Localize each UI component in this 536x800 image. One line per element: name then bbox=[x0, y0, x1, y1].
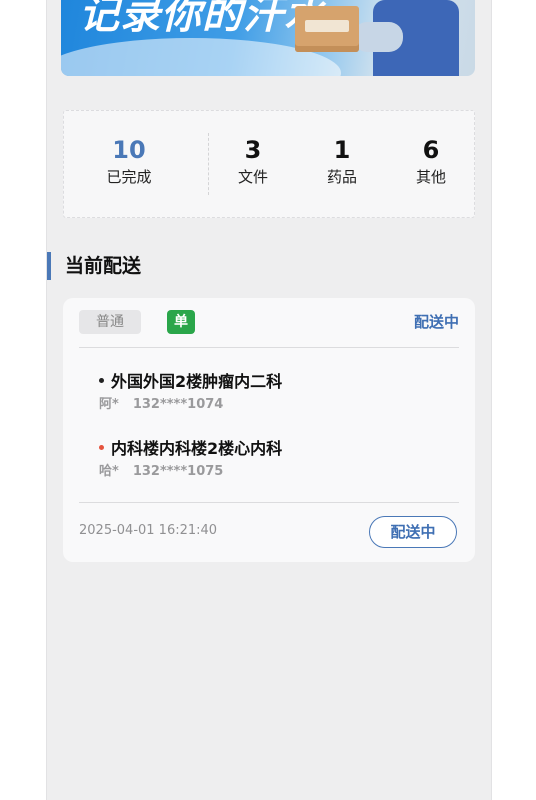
order-status-text: 配送中 bbox=[413, 313, 459, 331]
order-type-tag-single: 单 bbox=[167, 310, 195, 334]
stat-medicine-label: 药品 bbox=[326, 168, 357, 186]
stop-2-dot-icon bbox=[99, 445, 104, 450]
card-divider-bottom bbox=[79, 502, 459, 503]
stat-documents-value: 3 bbox=[244, 136, 262, 164]
stop-1-address: 外国外国2楼肿瘤内二科 bbox=[111, 372, 283, 391]
stat-other-value: 6 bbox=[422, 136, 440, 164]
stop-2-address-line: 内科楼内科楼2楼心内科 bbox=[99, 437, 439, 461]
stat-documents-label: 文件 bbox=[237, 168, 268, 186]
courier-arm-illustration bbox=[353, 22, 403, 52]
stat-completed[interactable]: 10 已完成 bbox=[84, 135, 174, 188]
delivery-status-button[interactable]: 配送中 bbox=[369, 516, 457, 548]
stat-other-label: 其他 bbox=[415, 168, 446, 186]
stat-completed-value: 10 bbox=[112, 136, 146, 164]
delivery-stop-1: 外国外国2楼肿瘤内二科 阿* 132****1074 bbox=[99, 370, 439, 416]
stat-completed-label: 已完成 bbox=[106, 168, 152, 186]
parcel-label bbox=[305, 20, 349, 32]
banner-slogan: 记录你的汗水 bbox=[79, 0, 325, 38]
stop-1-phone: 132****1074 bbox=[132, 397, 224, 412]
delivery-stop-2: 内科楼内科楼2楼心内科 哈* 132****1075 bbox=[99, 437, 439, 483]
stop-2-phone: 132****1075 bbox=[132, 464, 224, 479]
delivery-stats-card: 10 已完成 3 文件 1 药品 6 其他 bbox=[63, 110, 475, 218]
stop-1-address-line: 外国外国2楼肿瘤内二科 bbox=[99, 370, 439, 394]
priority-tag-normal: 普通 bbox=[79, 310, 141, 334]
section-title-current-delivery: 当前配送 bbox=[47, 252, 141, 280]
card-divider-top bbox=[79, 347, 459, 348]
delivery-order-card[interactable]: 普通 单 配送中 外国外国2楼肿瘤内二科 阿* 132****1074 内科楼内科… bbox=[63, 298, 475, 562]
stat-documents[interactable]: 3 文件 bbox=[208, 135, 298, 188]
stop-2-name: 哈* bbox=[99, 464, 119, 479]
stop-2-address: 内科楼内科楼2楼心内科 bbox=[111, 439, 283, 458]
promo-banner[interactable]: 记录你的汗水 bbox=[61, 0, 475, 76]
stop-2-contact: 哈* 132****1075 bbox=[99, 461, 439, 483]
stop-1-name: 阿* bbox=[99, 397, 119, 412]
parcel-box-illustration bbox=[295, 6, 359, 52]
stat-medicine[interactable]: 1 药品 bbox=[297, 135, 387, 188]
stat-other[interactable]: 6 其他 bbox=[386, 135, 476, 188]
app-screen: 记录你的汗水 10 已完成 3 文件 1 药品 6 其他 当前配送 普通 单 配… bbox=[46, 0, 492, 800]
stat-medicine-value: 1 bbox=[333, 136, 351, 164]
stop-1-contact: 阿* 132****1074 bbox=[99, 394, 439, 416]
stop-1-dot-icon bbox=[99, 378, 104, 383]
order-timestamp: 2025-04-01 16:21:40 bbox=[79, 523, 218, 538]
